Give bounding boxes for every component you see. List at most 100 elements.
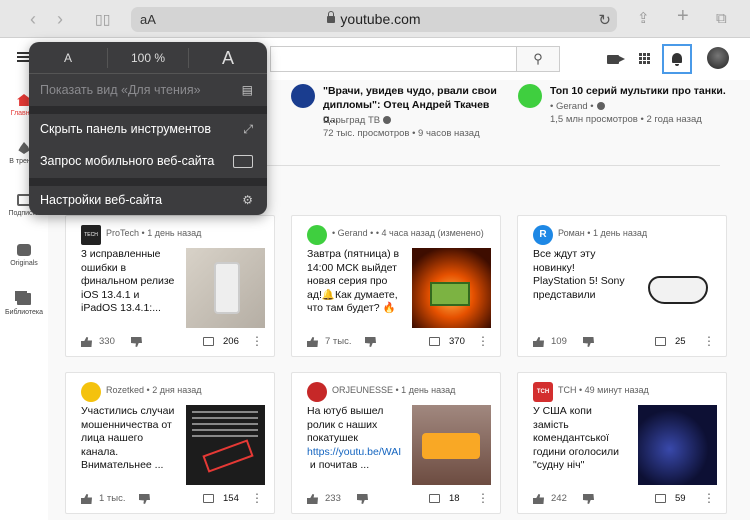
sidebar-item-originals[interactable]: Originals — [0, 244, 48, 267]
search-icon: ⚲ — [533, 51, 543, 66]
sidebar-item-library[interactable]: Библиотека — [0, 293, 48, 316]
post-image[interactable] — [638, 248, 717, 328]
request-mobile-site-item[interactable]: Запрос мобильного веб-сайта — [29, 146, 267, 176]
menu-icon[interactable] — [17, 52, 29, 62]
channel-avatar: R — [533, 225, 553, 245]
community-post[interactable]: R Роман • 1 день назад Все ждут эту нови… — [517, 215, 727, 357]
like-icon[interactable] — [81, 494, 92, 504]
channel-avatar — [307, 225, 327, 245]
video-title[interactable]: Топ 10 серий мультики про танки. — [550, 84, 740, 98]
channel-name[interactable]: ProTech — [106, 228, 139, 238]
comment-icon[interactable] — [655, 337, 666, 346]
community-post[interactable]: • Gerand • • 4 часа назад (изменено) Зав… — [291, 215, 501, 357]
channel-name[interactable]: • Gerand • — [550, 101, 594, 112]
channel-name[interactable]: Царьград ТВ — [323, 115, 380, 126]
comment-count: 18 — [449, 493, 460, 504]
website-settings-item[interactable]: Настройки веб-сайта ⚙ — [29, 185, 267, 215]
reader-view-item[interactable]: Показать вид «Для чтения» ▤ — [29, 75, 267, 105]
zoom-in-button[interactable]: A — [189, 42, 267, 74]
channel-name[interactable]: Rozetked — [106, 385, 144, 395]
channel-avatar — [291, 84, 315, 108]
back-icon[interactable]: ‹ — [30, 8, 36, 30]
like-count: 109 — [551, 336, 567, 347]
like-icon[interactable] — [307, 494, 318, 504]
dislike-icon[interactable] — [583, 494, 594, 504]
comment-count: 206 — [223, 336, 239, 347]
post-text: На ютуб вышел ролик с наших покатушек — [307, 405, 384, 444]
comment-count: 25 — [675, 336, 686, 347]
zoom-out-button[interactable]: A — [29, 42, 107, 74]
post-image[interactable] — [186, 405, 265, 485]
video-item[interactable]: Топ 10 серий мультики про танки. • Geran… — [518, 84, 733, 144]
zoom-controls: A 100 % A — [29, 42, 267, 74]
like-count: 242 — [551, 493, 567, 504]
channel-name[interactable]: ORJEUNESSE — [332, 385, 393, 395]
comment-icon[interactable] — [203, 337, 214, 346]
zoom-level: 100 % — [130, 51, 166, 65]
hide-toolbar-item[interactable]: Скрыть панель инструментов ⤢ — [29, 114, 267, 144]
channel-name[interactable]: TCH — [558, 385, 577, 395]
community-post[interactable]: TCH TCH • 49 минут назад У США копи замі… — [517, 372, 727, 514]
share-icon[interactable]: ⇪ — [637, 8, 650, 30]
more-icon[interactable]: ⋮ — [703, 335, 715, 347]
bookmarks-icon[interactable]: ▯▯ — [95, 8, 110, 30]
address-bar[interactable]: aA youtube.com ↻ — [131, 7, 617, 32]
post-image[interactable] — [638, 405, 717, 485]
create-video-icon[interactable] — [607, 55, 625, 64]
reload-icon[interactable]: ↻ — [598, 11, 611, 29]
verified-icon — [383, 116, 392, 124]
post-image[interactable] — [186, 248, 265, 328]
post-time: • 4 часа назад (изменено) — [375, 228, 484, 238]
community-post[interactable]: ORJEUNESSE • 1 день назад На ютуб вышел … — [291, 372, 501, 514]
comment-icon[interactable] — [429, 337, 440, 346]
post-text: Все ждут эту новинку! PlayStation 5! Son… — [533, 248, 625, 301]
dislike-icon[interactable] — [131, 337, 142, 347]
tabs-icon[interactable]: ⧉ — [716, 8, 727, 30]
channel-name[interactable]: Роман — [558, 228, 585, 238]
more-icon[interactable]: ⋮ — [477, 492, 489, 504]
apps-icon[interactable] — [639, 53, 651, 65]
more-icon[interactable]: ⋮ — [703, 492, 715, 504]
dislike-icon[interactable] — [583, 337, 594, 347]
channel-avatar: TCH — [533, 382, 553, 402]
post-link[interactable]: https://youtu.be/WAI — [307, 446, 401, 458]
community-post[interactable]: TECH ProTech • 1 день назад 3 исправленн… — [65, 215, 275, 357]
post-image[interactable] — [412, 405, 491, 485]
search-input[interactable] — [270, 46, 516, 72]
channel-avatar — [81, 382, 101, 402]
video-item[interactable]: "Врачи, увидев чудо, рвали свои дипломы"… — [291, 84, 501, 144]
like-icon[interactable] — [533, 494, 544, 504]
post-time: • 1 день назад — [587, 228, 648, 238]
lock-icon — [327, 11, 336, 23]
bell-icon — [672, 53, 682, 66]
more-icon[interactable]: ⋮ — [251, 492, 263, 504]
forward-icon[interactable]: › — [57, 8, 63, 30]
comment-icon[interactable] — [203, 494, 214, 503]
dislike-icon[interactable] — [365, 337, 376, 347]
menu-item-label: Скрыть панель инструментов — [40, 122, 211, 136]
more-icon[interactable]: ⋮ — [477, 335, 489, 347]
post-image[interactable] — [412, 248, 491, 328]
post-text: Завтра (пятница) в 14:00 МСК выйдет нова… — [307, 248, 400, 314]
dislike-icon[interactable] — [357, 494, 368, 504]
more-icon[interactable]: ⋮ — [251, 335, 263, 347]
library-icon — [17, 293, 31, 305]
community-post[interactable]: Rozetked • 2 дня назад Участились случаи… — [65, 372, 275, 514]
menu-item-label: Показать вид «Для чтения» — [40, 83, 201, 97]
video-meta: 1,5 млн просмотров • 2 года назад — [550, 114, 702, 125]
comment-count: 370 — [449, 336, 465, 347]
comment-icon[interactable] — [655, 494, 666, 503]
verified-icon — [596, 102, 605, 110]
notifications-button[interactable] — [662, 44, 692, 74]
like-icon[interactable] — [307, 337, 318, 347]
channel-name[interactable]: • Gerand • — [332, 228, 373, 238]
like-icon[interactable] — [81, 337, 92, 347]
new-tab-icon[interactable]: + — [677, 5, 689, 27]
account-avatar[interactable] — [707, 47, 729, 69]
gear-icon: ⚙ — [242, 193, 253, 207]
comment-icon[interactable] — [429, 494, 440, 503]
search-button[interactable]: ⚲ — [516, 46, 560, 72]
like-icon[interactable] — [533, 337, 544, 347]
dislike-icon[interactable] — [139, 494, 150, 504]
sidebar-item-label: Библиотека — [4, 309, 44, 316]
